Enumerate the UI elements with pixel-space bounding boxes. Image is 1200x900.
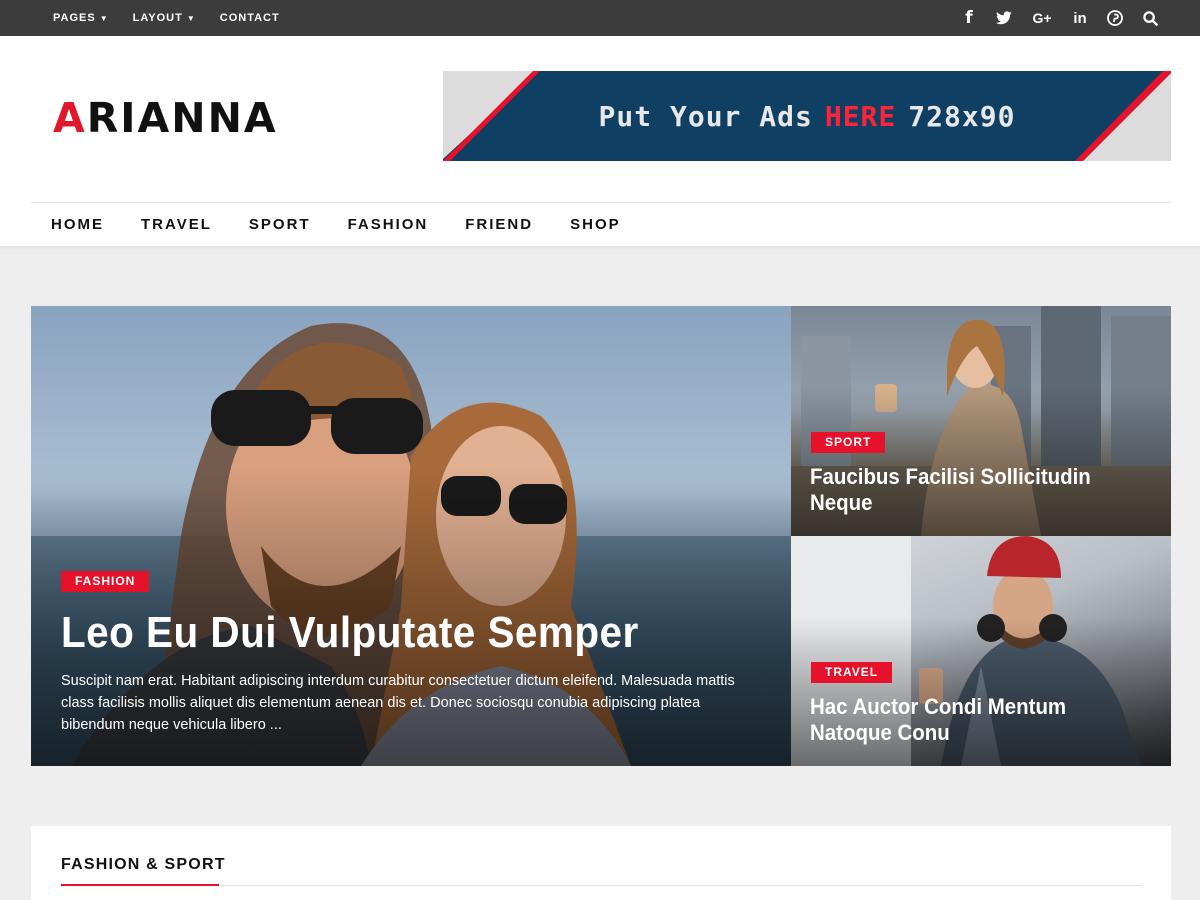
- featured-post-title[interactable]: Leo Eu Dui Vulputate Semper: [61, 608, 639, 658]
- side-post-2-title[interactable]: Hac Auctor Condi Mentum Natoque Conu: [810, 694, 1136, 746]
- top-nav: PAGES ▼ LAYOUT ▼ CONTACT: [53, 0, 304, 36]
- ad-text-size: 728x90: [908, 99, 1016, 133]
- section-divider: [61, 885, 1141, 886]
- main-nav: HOME TRAVEL SPORT FASHION FRIEND SHOP: [51, 203, 658, 246]
- side-post-1[interactable]: SPORT Faucibus Facilisi Sollicitudin Neq…: [791, 306, 1171, 536]
- ad-text-highlight: HERE: [824, 99, 897, 133]
- section-title: FASHION & SPORT: [61, 856, 226, 873]
- top-nav-contact[interactable]: CONTACT: [220, 12, 280, 24]
- chevron-down-icon: ▼: [99, 13, 109, 23]
- top-nav-pages-label: PAGES: [53, 12, 96, 24]
- top-nav-contact-label: CONTACT: [219, 12, 280, 24]
- ad-text: Put Your Ads HERE 728x90: [443, 71, 1171, 161]
- logo-first-letter: A: [53, 94, 87, 142]
- featured-post[interactable]: FASHION Leo Eu Dui Vulputate Semper Susc…: [31, 306, 791, 766]
- top-nav-layout-label: LAYOUT: [132, 12, 183, 24]
- section-title-underline: [61, 884, 219, 886]
- ad-text-prefix: Put Your Ads: [598, 99, 813, 133]
- facebook-icon[interactable]: f: [961, 8, 977, 28]
- main-nav-home[interactable]: HOME: [51, 216, 104, 233]
- main-nav-shop[interactable]: SHOP: [570, 216, 621, 233]
- side-post-1-title[interactable]: Faucibus Facilisi Sollicitudin Neque: [810, 464, 1136, 516]
- twitter-icon[interactable]: [996, 11, 1012, 25]
- top-nav-layout[interactable]: LAYOUT ▼: [133, 12, 196, 24]
- side-post-2-category[interactable]: TRAVEL: [811, 662, 893, 683]
- site-header: ARIANNA Put Your Ads HERE 728x90 HOME TR…: [0, 36, 1200, 246]
- featured-post-category[interactable]: FASHION: [61, 571, 150, 592]
- main-nav-travel[interactable]: TRAVEL: [141, 216, 212, 233]
- search-icon[interactable]: [1142, 10, 1158, 26]
- linkedin-icon[interactable]: in: [1072, 10, 1088, 27]
- main-nav-sport[interactable]: SPORT: [249, 216, 311, 233]
- top-nav-pages[interactable]: PAGES ▼: [53, 12, 109, 24]
- top-bar: PAGES ▼ LAYOUT ▼ CONTACT f G+ in: [0, 0, 1200, 36]
- side-post-1-category[interactable]: SPORT: [811, 432, 886, 453]
- featured-post-excerpt: Suscipit nam erat. Habitant adipiscing i…: [61, 673, 735, 733]
- fashion-sport-section: FASHION & SPORT: [31, 826, 1171, 900]
- main-nav-friend[interactable]: FRIEND: [465, 216, 533, 233]
- social-links: f G+ in: [942, 0, 1158, 36]
- header-shadow: [0, 246, 1200, 250]
- ad-banner[interactable]: Put Your Ads HERE 728x90: [443, 71, 1171, 161]
- chevron-down-icon: ▼: [186, 13, 196, 23]
- side-post-2[interactable]: TRAVEL Hac Auctor Condi Mentum Natoque C…: [791, 536, 1171, 766]
- logo-rest: RIANNA: [86, 94, 278, 142]
- site-logo[interactable]: ARIANNA: [53, 94, 278, 142]
- google-plus-icon[interactable]: G+: [1031, 10, 1053, 26]
- main-nav-fashion[interactable]: FASHION: [348, 216, 429, 233]
- pinterest-icon[interactable]: [1107, 10, 1123, 26]
